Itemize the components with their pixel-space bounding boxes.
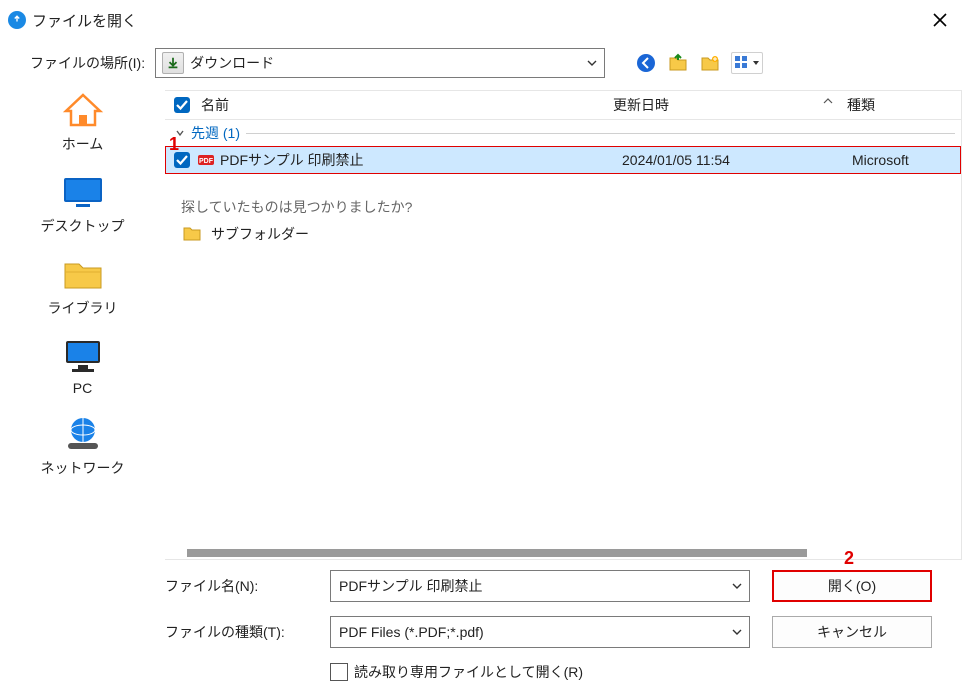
filename-label: ファイル名(N): [165,576,320,596]
window-title: ファイルを開く [32,10,137,31]
sidebar-item-label: ホーム [62,134,104,154]
file-row[interactable]: PDF PDFサンプル 印刷禁止 2024/01/05 11:54 Micros… [165,146,961,174]
file-type: Microsoft [852,152,960,168]
search-hint: 探していたものは見つかりましたか? [165,194,961,220]
svg-text:PDF: PDF [199,158,214,165]
annotation-2: 2 [844,548,854,569]
column-header-type[interactable]: 種類 [843,95,961,115]
location-row: ファイルの場所(I): ダウンロード [0,40,970,86]
network-icon [59,414,107,454]
location-toolbar [635,52,763,74]
sidebar-item-desktop[interactable]: デスクトップ [41,172,125,236]
group-label: 先週 (1) [191,123,240,143]
dropdown-caret-icon [580,49,604,77]
readonly-row: 読み取り専用ファイルとして開く(R) [330,662,932,682]
filename-row: ファイル名(N): PDFサンプル 印刷禁止 開く(O) [165,570,932,602]
annotation-1: 1 [169,134,179,155]
desktop-icon [59,172,107,212]
home-icon [59,90,107,130]
group-header[interactable]: 先週 (1) [165,120,961,146]
pdf-file-icon: PDF [196,150,216,170]
location-value: ダウンロード [190,53,274,73]
file-list: 1 先週 (1) PDF PDFサンプル 印刷禁止 2024/01/05 11:… [165,120,962,560]
titlebar: ファイルを開く [0,0,970,40]
sidebar-item-library[interactable]: ライブラリ [48,254,118,318]
location-label: ファイルの場所(I): [30,53,145,73]
dropdown-caret-icon[interactable] [725,571,749,601]
filetype-label: ファイルの種類(T): [165,622,320,642]
sidebar-item-network[interactable]: ネットワーク [41,414,125,478]
view-menu-icon[interactable] [731,52,763,74]
file-name: PDFサンプル 印刷禁止 [220,150,622,170]
readonly-label: 読み取り専用ファイルとして開く(R) [354,662,583,682]
sort-caret-icon [823,92,833,108]
filetype-row: ファイルの種類(T): PDF Files (*.PDF;*.pdf) キャンセ… [165,616,932,648]
subfolder-label: サブフォルダー [211,224,309,244]
pc-icon [59,336,107,376]
dropdown-caret-icon[interactable] [725,617,749,647]
sidebar-item-pc[interactable]: PC [59,336,107,396]
places-sidebar: ホーム デスクトップ ライブラリ PC [0,90,165,700]
dialog-body: ホーム デスクトップ ライブラリ PC [0,90,970,700]
new-folder-icon[interactable] [699,52,721,74]
sidebar-item-label: ネットワーク [41,458,125,478]
folder-icon [181,223,203,245]
sidebar-item-label: PC [73,380,92,396]
filename-input[interactable]: PDFサンプル 印刷禁止 [330,570,750,602]
filename-value: PDFサンプル 印刷禁止 [339,576,482,596]
sidebar-item-label: デスクトップ [41,216,125,236]
select-all-checkbox[interactable] [171,94,193,116]
location-dropdown[interactable]: ダウンロード [155,48,605,78]
filetype-value: PDF Files (*.PDF;*.pdf) [339,624,484,640]
bottom-controls: 2 ファイル名(N): PDFサンプル 印刷禁止 開く(O) ファイルの種類(T… [165,560,962,700]
column-header-row: 名前 更新日時 種類 [165,90,962,120]
column-header-date-label: 更新日時 [613,95,669,115]
scrollbar-thumb[interactable] [187,549,807,557]
open-button[interactable]: 開く(O) [772,570,932,602]
sidebar-item-home[interactable]: ホーム [59,90,107,154]
column-header-date[interactable]: 更新日時 [613,95,843,115]
file-open-dialog: ファイルを開く ファイルの場所(I): ダウンロード [0,0,970,700]
group-divider [246,133,955,134]
readonly-checkbox[interactable] [330,663,348,681]
app-icon [8,11,26,29]
column-header-name[interactable]: 名前 [193,95,613,115]
filetype-dropdown[interactable]: PDF Files (*.PDF;*.pdf) [330,616,750,648]
sidebar-item-label: ライブラリ [48,298,118,318]
up-folder-icon[interactable] [667,52,689,74]
close-button[interactable] [920,0,960,40]
cancel-button[interactable]: キャンセル [772,616,932,648]
subfolder-link[interactable]: サブフォルダー [165,220,961,248]
back-icon[interactable] [635,52,657,74]
downloads-folder-icon [162,52,184,74]
file-list-panel: 名前 更新日時 種類 1 先週 (1) [165,90,970,700]
file-date: 2024/01/05 11:54 [622,152,852,168]
library-icon [59,254,107,294]
